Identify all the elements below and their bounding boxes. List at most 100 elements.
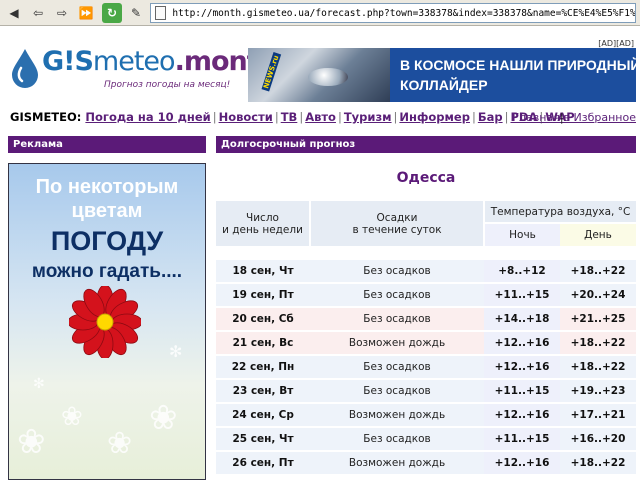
header-date: Число и день недели	[216, 201, 311, 248]
banner-news-tag: NEWS.ru	[261, 52, 282, 92]
page-icon	[155, 6, 167, 20]
water-drop-icon	[12, 49, 38, 88]
logo-tagline: Прогноз погоды на месяц!	[104, 80, 231, 90]
row-night-temp: +11..+15	[484, 427, 560, 452]
row-day-temp: +16..+20	[560, 427, 636, 452]
nav-item-auto[interactable]: Авто	[305, 110, 336, 124]
table-row: 25 сен, Чт Без осадков +11..+15 +16..+20	[216, 427, 636, 452]
banner-line-2: КОЛЛАЙДЕР	[400, 77, 488, 93]
row-precip: Без осадков	[310, 307, 484, 332]
row-night-temp: +8..+12	[484, 259, 560, 284]
header-precip-line2: в течение суток	[352, 223, 442, 236]
table-spacer	[216, 247, 636, 260]
row-date: 23 сен, Вт	[216, 379, 310, 404]
row-date: 24 сен, Ср	[216, 403, 310, 428]
address-text[interactable]: http://month.gismeteo.ua/forecast.php?to…	[172, 8, 635, 19]
nav-item-tourism[interactable]: Туризм	[344, 110, 392, 124]
logo-meteo: meteo	[92, 46, 176, 77]
nav-item-informer[interactable]: Информер	[399, 110, 470, 124]
banner-text: В КОСМОСЕ НАШЛИ ПРИРОДНЫЙ КОЛЛАЙДЕР	[400, 55, 636, 95]
snowflake-icon: ❀	[61, 402, 83, 432]
banner-line-1: В КОСМОСЕ НАШЛИ ПРИРОДНЫЙ	[400, 57, 636, 73]
ad-line-4: можно гадать....	[31, 261, 183, 282]
ad-banner[interactable]: По некоторым цветам ПОГОДУ можно гадать.…	[8, 163, 206, 480]
ad-line-3: ПОГОДУ	[50, 226, 164, 256]
pen-icon[interactable]: ✎	[126, 3, 146, 23]
header-night: Ночь	[484, 223, 560, 248]
table-row: 22 сен, Пн Без осадков +12..+16 +18..+22	[216, 355, 636, 380]
nav-item-tv[interactable]: ТВ	[281, 110, 298, 124]
row-date: 20 сен, Сб	[216, 307, 310, 332]
row-night-temp: +11..+15	[484, 379, 560, 404]
row-night-temp: +14..+18	[484, 307, 560, 332]
nav-item-news[interactable]: Новости	[219, 110, 273, 124]
row-precip: Без осадков	[310, 379, 484, 404]
snowflake-icon: ❀	[149, 398, 178, 438]
logo-gis: G!S	[42, 46, 94, 77]
snowflake-icon: ✻	[33, 376, 45, 392]
row-night-temp: +12..+16	[484, 403, 560, 428]
row-precip: Без осадков	[310, 355, 484, 380]
row-day-temp: +19..+23	[560, 379, 636, 404]
row-night-temp: +12..+16	[484, 451, 560, 476]
table-row: 18 сен, Чт Без осадков +8..+12 +18..+22	[216, 259, 636, 284]
row-date: 25 сен, Чт	[216, 427, 310, 452]
city-title: Одесса	[396, 170, 456, 186]
gismeteo-logo[interactable]: G!Smeteo.month Прогноз погоды на месяц!	[8, 46, 278, 98]
snowflake-icon: ❀	[17, 422, 46, 462]
main-nav: GISMETEO: Погода на 10 дней | Новости | ТВ | А…	[10, 110, 575, 124]
table-row: 19 сен, Пт Без осадков +11..+15 +20..+24	[216, 283, 636, 308]
nav-item-bar[interactable]: Бар	[478, 110, 503, 124]
nav-favorites-link[interactable]: в Избранное	[564, 111, 636, 124]
banner-image: NEWS.ru	[248, 48, 390, 102]
row-date: 26 сен, Пт	[216, 451, 310, 476]
ad-line-1: По некоторым	[35, 176, 179, 198]
row-precip: Возможен дождь	[310, 331, 484, 356]
row-precip: Без осадков	[310, 259, 484, 284]
back-arrow-icon[interactable]: ⇦	[28, 3, 48, 23]
nav-brand: GISMETEO:	[10, 110, 82, 124]
fast-forward-icon[interactable]: ⏩	[76, 3, 96, 23]
row-date: 18 сен, Чт	[216, 259, 310, 284]
address-bar[interactable]: http://month.gismeteo.ua/forecast.php?to…	[150, 3, 636, 23]
header-temp: Температура воздуха, °C	[484, 201, 636, 224]
row-precip: Возможен дождь	[310, 403, 484, 428]
nav-item-10-days[interactable]: Погода на 10 дней	[85, 110, 210, 124]
nav-right: Главная|в Избранное	[512, 111, 636, 124]
back-icon[interactable]: ◀	[4, 3, 24, 23]
row-precip: Без осадков	[310, 427, 484, 452]
table-header-row: Число и день недели Осадки в течение сут…	[216, 201, 636, 248]
refresh-icon[interactable]: ↻	[102, 3, 122, 23]
row-precip: Без осадков	[310, 283, 484, 308]
row-day-temp: +18..+22	[560, 355, 636, 380]
table-row: 20 сен, Сб Без осадков +14..+18 +21..+25	[216, 307, 636, 332]
row-day-temp: +21..+25	[560, 307, 636, 332]
ad-line-2: цветам	[71, 200, 143, 222]
table-row: 24 сен, Ср Возможен дождь +12..+16 +17..+21	[216, 403, 636, 428]
table-row: 26 сен, Пт Возможен дождь +12..+16 +18..+22	[216, 451, 636, 476]
forward-icon[interactable]: ⇨	[52, 3, 72, 23]
header-date-line2: и день недели	[222, 223, 303, 236]
row-night-temp: +12..+16	[484, 355, 560, 380]
news-banner[interactable]: NEWS.ru В КОСМОСЕ НАШЛИ ПРИРОДНЫЙ КОЛЛАЙ…	[248, 48, 636, 102]
sidebar-title: Реклама	[8, 136, 206, 153]
row-day-temp: +20..+24	[560, 283, 636, 308]
table-row: 21 сен, Вс Возможен дождь +12..+16 +18..+22	[216, 331, 636, 356]
forecast-table: Число и день недели Осадки в течение сут…	[216, 201, 636, 476]
planet-icon	[308, 68, 348, 86]
ad-tag[interactable]: [AD][AD]	[598, 39, 634, 48]
forecast-body: 18 сен, Чт Без осадков +8..+12 +18..+22 19 с…	[216, 259, 636, 476]
snowflake-icon: ✻	[169, 342, 183, 361]
row-day-temp: +17..+21	[560, 403, 636, 428]
nav-home-link[interactable]: Главная	[512, 111, 560, 124]
row-day-temp: +18..+22	[560, 259, 636, 284]
row-night-temp: +11..+15	[484, 283, 560, 308]
row-date: 22 сен, Пн	[216, 355, 310, 380]
header-precip: Осадки в течение суток	[310, 201, 485, 248]
row-night-temp: +12..+16	[484, 331, 560, 356]
row-day-temp: +18..+22	[560, 331, 636, 356]
header-day: День	[560, 223, 636, 248]
row-date: 21 сен, Вс	[216, 331, 310, 356]
row-day-temp: +18..+22	[560, 451, 636, 476]
row-date: 19 сен, Пт	[216, 283, 310, 308]
